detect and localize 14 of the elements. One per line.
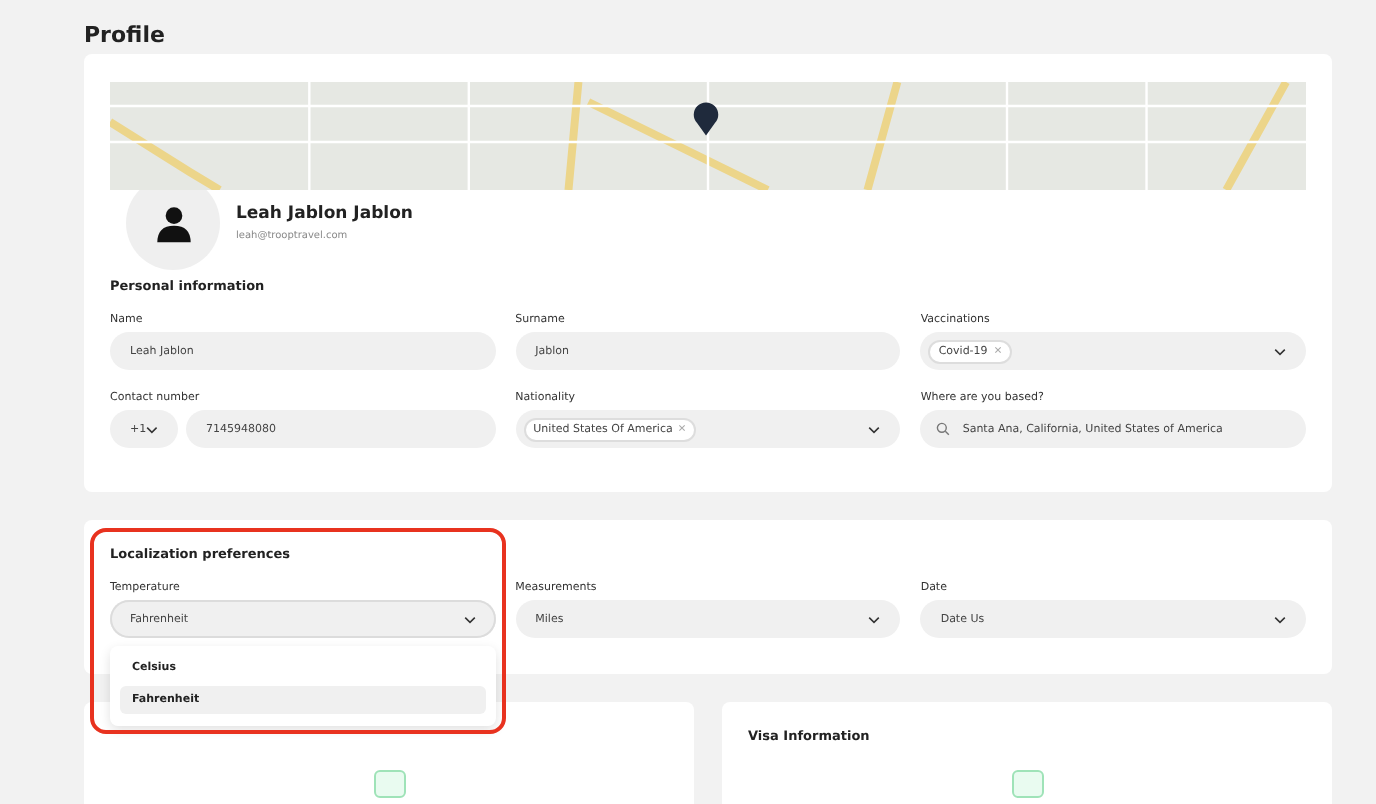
- search-icon: [936, 422, 951, 436]
- chevron-down-icon: [1274, 615, 1286, 623]
- chevron-down-icon: [868, 615, 881, 623]
- remove-icon[interactable]: [993, 345, 1002, 354]
- chevron-down-icon: [1274, 347, 1286, 355]
- chevron-down-icon: [146, 425, 158, 433]
- chevron-down-icon: [868, 425, 881, 433]
- status-icon: [374, 770, 406, 798]
- user-name: Leah Jablon Jablon: [236, 204, 413, 224]
- remove-icon[interactable]: [678, 423, 687, 432]
- map-pin-icon: [692, 100, 720, 136]
- chevron-down-icon: [463, 615, 476, 623]
- page-title: Profile: [84, 20, 167, 52]
- status-icon: [1012, 770, 1044, 798]
